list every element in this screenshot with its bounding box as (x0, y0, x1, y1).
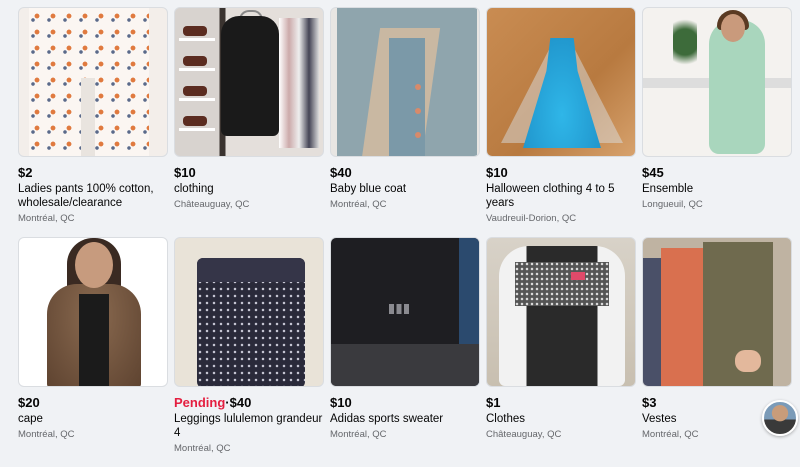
listing-price-value: $40 (229, 395, 252, 410)
listing-location: Montréal, QC (18, 429, 75, 440)
listing-photo[interactable] (174, 7, 324, 157)
listing-title: Adidas sports sweater (330, 413, 444, 425)
listing-card[interactable]: Pending·$40 Leggings lululemon grandeur … (174, 237, 324, 467)
listing-location: Longueuil, QC (642, 199, 703, 210)
listing-card[interactable]: $10 Halloween clothing 4 to 5 years Vaud… (486, 7, 636, 237)
listing-location: Montréal, QC (330, 429, 387, 440)
listing-card[interactable]: $40 Baby blue coat Montréal, QC (330, 7, 480, 237)
listing-price: $2 (18, 165, 33, 180)
listing-photo[interactable] (642, 237, 792, 387)
listing-location: Châteauguay, QC (486, 429, 562, 440)
listing-price: Pending·$40 (174, 395, 324, 411)
listing-title: Ensemble (642, 183, 694, 195)
listing-title: Ladies pants 100% cotton, wholesale/clea… (18, 183, 154, 209)
listing-location: Châteauguay, QC (174, 199, 250, 210)
listing-price: $10 (174, 165, 196, 180)
listing-price: $10 (486, 165, 508, 180)
listing-card[interactable]: $45 Ensemble Longueuil, QC (642, 7, 792, 237)
listing-photo[interactable] (486, 237, 636, 387)
listing-location: Montréal, QC (174, 443, 231, 454)
listing-card[interactable]: $1 Clothes Châteauguay, QC (486, 237, 636, 467)
listing-price: $40 (330, 165, 352, 180)
listing-photo[interactable] (486, 7, 636, 157)
listing-photo[interactable] (330, 237, 480, 387)
listing-card[interactable]: $10 Adidas sports sweater Montréal, QC (330, 237, 480, 467)
listing-location: Montréal, QC (330, 199, 387, 210)
listing-title: Baby blue coat (330, 183, 407, 195)
listing-price: $10 (330, 395, 352, 410)
listing-photo[interactable] (18, 237, 168, 387)
listing-title: clothing (174, 183, 214, 195)
listing-photo[interactable] (174, 237, 324, 387)
listing-card[interactable]: $10 clothing Châteauguay, QC (174, 7, 324, 237)
listing-title: Leggings lululemon grandeur 4 (174, 413, 323, 439)
listing-price: $45 (642, 165, 664, 180)
listing-price: $1 (486, 395, 501, 410)
listing-photo[interactable] (642, 7, 792, 157)
listing-title: cape (18, 413, 43, 425)
listing-location: Montréal, QC (18, 213, 75, 224)
listing-location: Vaudreuil-Dorion, QC (486, 213, 577, 224)
listing-title: Halloween clothing 4 to 5 years (486, 183, 615, 209)
listing-card[interactable]: $20 cape Montréal, QC (18, 237, 168, 467)
pending-status: Pending (174, 395, 226, 410)
listing-card[interactable]: $2 Ladies pants 100% cotton, wholesale/c… (18, 7, 168, 237)
marketplace-listings-grid: $2 Ladies pants 100% cotton, wholesale/c… (18, 7, 792, 467)
listing-title: Clothes (486, 413, 525, 425)
listing-photo[interactable] (18, 7, 168, 157)
chat-avatar[interactable] (762, 400, 798, 436)
listing-price: $20 (18, 395, 40, 410)
listing-photo[interactable] (330, 7, 480, 157)
